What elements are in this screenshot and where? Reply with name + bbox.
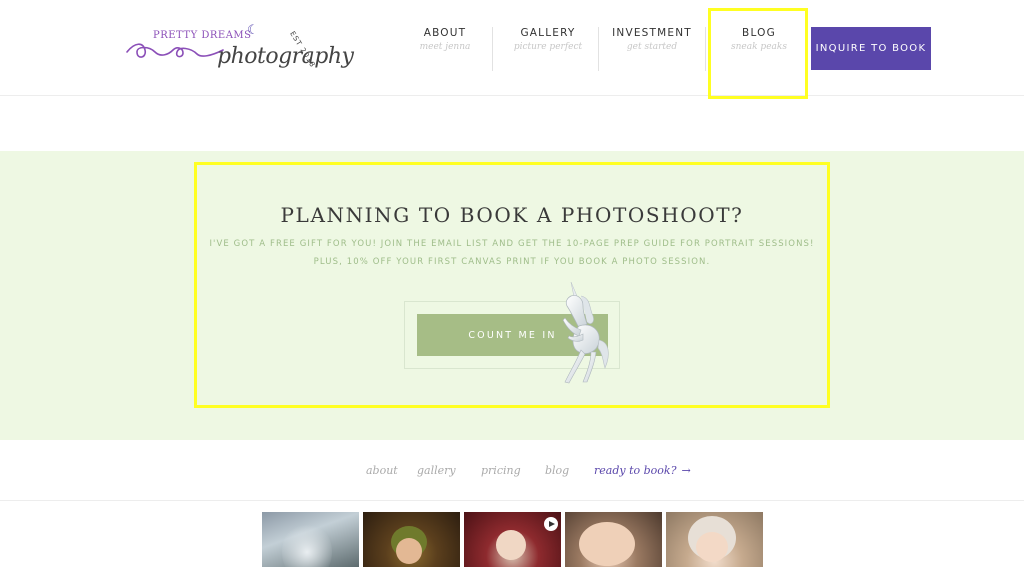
footer-link-gallery[interactable]: gallery <box>417 464 456 484</box>
nav-sublabel: meet jenna <box>419 42 471 52</box>
photo-detail <box>496 530 526 560</box>
footer-link-blog[interactable]: blog <box>545 464 569 484</box>
ready-to-book-label: ready to book? <box>594 464 677 477</box>
instagram-thumbnail[interactable] <box>666 512 763 567</box>
inquire-to-book-button[interactable]: INQUIRE TO BOOK <box>811 27 931 70</box>
brand-name-top: PRETTY DREAMS <box>153 30 252 41</box>
arrow-right-icon: → <box>681 464 691 477</box>
promo-text-line-2: PLUS, 10% OFF YOUR FIRST CANVAS PRINT IF… <box>313 257 711 267</box>
promo-text-line-1: I'VE GOT A FREE GIFT FOR YOU! JOIN THE E… <box>209 239 815 249</box>
nav-item-gallery[interactable]: GALLERY picture perfect <box>500 27 596 73</box>
nav-sublabel: get started <box>626 42 678 52</box>
promo-title: PLANNING TO BOOK A PHOTOSHOOT? <box>280 203 744 227</box>
nav-label: ABOUT <box>423 27 467 39</box>
moon-icon: ☾ <box>247 23 259 38</box>
footer-link-about[interactable]: about <box>366 464 398 484</box>
photo-detail <box>696 532 728 562</box>
swirl-icon <box>126 43 224 58</box>
nav-label: GALLERY <box>520 27 576 39</box>
unicorn-illustration <box>562 281 609 384</box>
highlight-box-blog <box>708 8 808 99</box>
footer-link-ready-to-book[interactable]: ready to book? → <box>594 464 691 484</box>
nav-divider <box>598 27 599 71</box>
instagram-thumbnail[interactable] <box>262 512 359 567</box>
instagram-thumbnail[interactable] <box>363 512 460 567</box>
nav-divider <box>705 27 706 71</box>
site-header: PRETTY DREAMS ☾ photography EST 2018 ABO… <box>0 0 1024 99</box>
highlight-box-promo <box>194 162 830 408</box>
play-icon <box>544 517 558 531</box>
instagram-thumbnail[interactable] <box>565 512 662 567</box>
instagram-thumbnail[interactable] <box>464 512 561 567</box>
brand-name-script: photography <box>217 44 354 69</box>
nav-sublabel: picture perfect <box>513 42 583 52</box>
site-logo[interactable]: PRETTY DREAMS ☾ photography EST 2018 <box>125 22 354 78</box>
nav-item-investment[interactable]: INVESTMENT get started <box>603 27 701 73</box>
section-divider <box>0 500 1024 501</box>
photo-detail <box>396 538 422 564</box>
footer-link-pricing[interactable]: pricing <box>481 464 521 484</box>
nav-label: INVESTMENT <box>612 27 692 39</box>
photo-detail <box>579 522 635 566</box>
nav-divider <box>492 27 493 71</box>
photo-detail <box>282 522 332 567</box>
nav-item-about[interactable]: ABOUT meet jenna <box>398 27 492 73</box>
